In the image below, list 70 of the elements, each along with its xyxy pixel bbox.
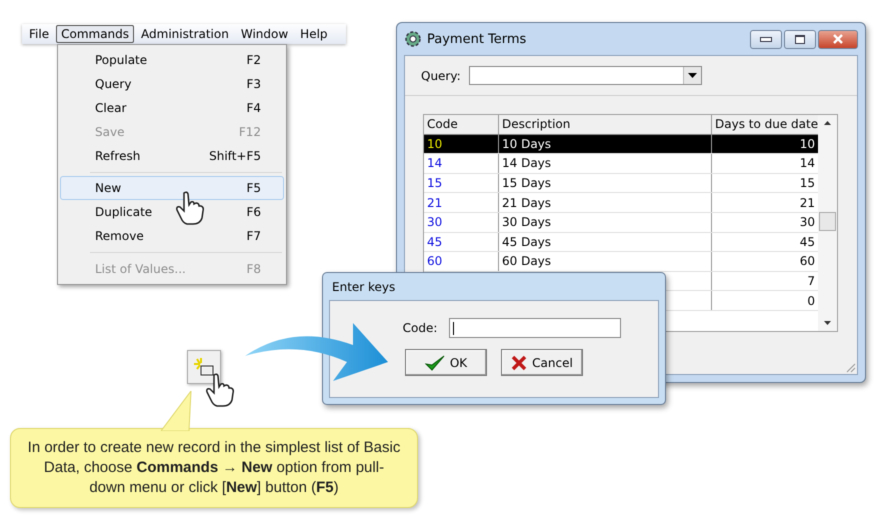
table-cell: 0 (807, 294, 815, 308)
table-row[interactable]: 21 21 Days 21 (424, 193, 818, 213)
instruction-text: In order to create new record in the simplest list of Basic Data, choose Commands → New option from pull-down menu or click [New] button (F5) (26, 438, 402, 498)
table-cell: 14 Days (502, 156, 552, 170)
menu-item[interactable]: Clear F4 (60, 96, 284, 120)
table-cell: 21 Days (502, 196, 552, 210)
table-row[interactable]: 14 14 Days 14 (424, 154, 818, 174)
table-cell: 21 (800, 196, 815, 210)
hand-cursor-icon (205, 372, 235, 408)
table-cell: 14 (800, 156, 815, 170)
scroll-thumb[interactable] (819, 212, 836, 231)
menu-item[interactable]: Refresh Shift+F5 (60, 144, 284, 168)
menu-bar-item[interactable]: Commands (56, 25, 134, 43)
table-cell: 10 Days (502, 136, 552, 151)
checkmark-icon (424, 354, 445, 370)
table-cell: 30 Days (502, 215, 552, 230)
menu-item[interactable]: Query F3 (60, 72, 284, 96)
menu-bar-item[interactable]: Help (295, 25, 333, 43)
scroll-down-icon[interactable] (824, 321, 831, 325)
menu-item[interactable]: Remove F7 (60, 224, 284, 248)
table-cell: 10 (800, 136, 815, 151)
menu-item[interactable]: Duplicate F6 (60, 200, 284, 224)
ok-button[interactable]: OK (405, 349, 487, 376)
maximize-button[interactable] (784, 30, 816, 48)
new-record-button[interactable] (187, 350, 221, 384)
menu-item[interactable]: New F5 (60, 176, 284, 200)
query-dropdown[interactable] (468, 66, 702, 85)
minimize-button[interactable] (750, 30, 782, 48)
x-mark-icon (511, 354, 528, 370)
code-input-field[interactable] (449, 318, 622, 338)
menu-bar-item[interactable]: Administration (136, 25, 234, 43)
table-row[interactable]: 45 45 Days 45 (424, 232, 818, 252)
column-header: Code (424, 115, 499, 134)
hand-cursor-icon (175, 190, 205, 226)
table-cell: 15 (800, 176, 815, 190)
cancel-button[interactable]: Cancel (501, 349, 583, 376)
table-cell: 15 (427, 176, 442, 190)
query-label: Query: (421, 68, 461, 82)
menu-bar-item[interactable]: Window (236, 25, 294, 43)
menu-item[interactable]: Populate F2 (60, 48, 284, 72)
dropdown-arrow-icon (688, 73, 697, 78)
table-cell: 10 (427, 136, 442, 151)
table-cell: 30 (427, 215, 442, 230)
table-cell: 30 (800, 215, 815, 230)
close-icon (832, 34, 844, 44)
column-header: Description (499, 115, 712, 134)
table-cell: 14 (427, 156, 442, 170)
window-title: Payment Terms (427, 32, 526, 46)
new-record-icon (193, 357, 215, 377)
column-header: Days to due date (714, 116, 818, 134)
table-cell: 60 (800, 254, 815, 268)
table-row[interactable]: 10 10 Days 10 (424, 134, 818, 154)
close-button[interactable] (818, 30, 858, 48)
table-cell: 60 Days (502, 254, 552, 268)
dialog-title: Enter keys (332, 280, 396, 294)
table-cell: 15 Days (502, 176, 552, 190)
table-cell: 21 (427, 196, 442, 210)
table-cell: 7 (807, 274, 815, 288)
scrollbar[interactable] (818, 115, 837, 331)
table-cell: 45 (800, 234, 815, 249)
menu-bar-item[interactable]: File (24, 25, 54, 43)
code-label: Code: (402, 321, 438, 335)
table-row[interactable]: 30 30 Days 30 (424, 212, 818, 233)
gear-icon (404, 30, 422, 48)
resize-grip-icon (844, 361, 856, 373)
table-cell: 45 Days (502, 234, 552, 249)
table-cell: 60 (427, 254, 442, 268)
scroll-up-icon[interactable] (824, 121, 831, 125)
table-row[interactable]: 15 15 Days 15 (424, 174, 818, 194)
table-cell: 45 (427, 234, 442, 249)
